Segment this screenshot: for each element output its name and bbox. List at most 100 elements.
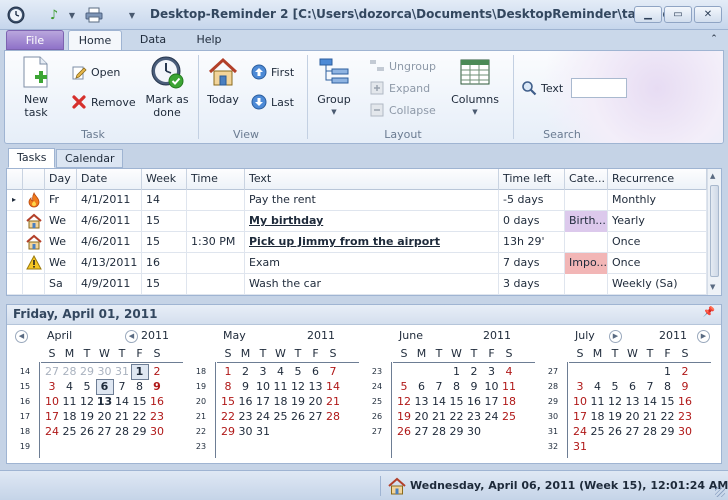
open-button[interactable]: Open — [71, 63, 120, 81]
calendar-day[interactable]: 29 — [448, 424, 466, 440]
table-row[interactable]: We 4/13/2011 16 Exam 7 days Impo... Once — [7, 253, 707, 274]
calendar-day[interactable]: 5 — [606, 379, 624, 395]
printer-icon[interactable] — [84, 5, 104, 25]
column-header-day[interactable]: Day — [45, 169, 77, 190]
calendar-day[interactable]: 20 — [413, 409, 431, 425]
dropdown-arrow-icon[interactable]: ▼ — [62, 5, 82, 25]
calendar-day[interactable]: 25 — [61, 424, 79, 440]
calendar-day[interactable]: 13 — [307, 379, 325, 395]
calendar-day[interactable]: 5 — [395, 379, 413, 395]
calendar-day[interactable]: 20 — [307, 394, 325, 410]
calendar-day[interactable]: 3 — [483, 364, 501, 380]
expand-button[interactable]: Expand — [369, 79, 430, 97]
calendar-day[interactable]: 18 — [272, 394, 290, 410]
calendar-day[interactable]: 17 — [43, 409, 61, 425]
calendar-day[interactable]: 29 — [659, 424, 677, 440]
column-header-category[interactable]: Cate... — [565, 169, 608, 190]
calendar-day[interactable]: 22 — [448, 409, 466, 425]
calendar-day[interactable]: 28 — [61, 364, 79, 380]
clock-icon[interactable] — [6, 5, 26, 25]
calendar-day[interactable]: 10 — [571, 394, 589, 410]
calendar-day[interactable]: 2 — [465, 364, 483, 380]
calendar-day[interactable]: 30 — [676, 424, 694, 440]
calendar-day[interactable]: 11 — [500, 379, 518, 395]
calendar-day[interactable]: 23 — [148, 409, 166, 425]
calendar-day[interactable]: 1 — [130, 364, 149, 380]
calendar-day[interactable]: 24 — [571, 424, 589, 440]
calendar-day[interactable]: 12 — [78, 394, 96, 410]
calendar-day[interactable]: 28 — [641, 424, 659, 440]
table-row[interactable]: We 4/6/2011 15 1:30 PM Pick up Jimmy fro… — [7, 232, 707, 253]
mark-as-done-button[interactable]: Mark as done — [145, 55, 189, 119]
calendar-day[interactable]: 26 — [606, 424, 624, 440]
calendar-day[interactable]: 3 — [571, 379, 589, 395]
calendar-day[interactable]: 24 — [254, 409, 272, 425]
calendar-day[interactable]: 14 — [641, 394, 659, 410]
calendar-day[interactable]: 14 — [113, 394, 131, 410]
calendar-day[interactable]: 28 — [113, 424, 131, 440]
calendar-day[interactable]: 31 — [113, 364, 131, 380]
calendar-day[interactable]: 23 — [465, 409, 483, 425]
calendar-day[interactable]: 29 — [219, 424, 237, 440]
column-header-time[interactable]: Time — [187, 169, 245, 190]
calendar-day[interactable]: 28 — [430, 424, 448, 440]
calendar-day[interactable]: 2 — [237, 364, 255, 380]
first-button[interactable]: First — [251, 63, 294, 81]
calendar-day[interactable]: 30 — [237, 424, 255, 440]
collapse-button[interactable]: Collapse — [369, 101, 436, 119]
calendar-day[interactable]: 10 — [483, 379, 501, 395]
calendar-day[interactable]: 27 — [624, 424, 642, 440]
maximize-button[interactable]: ▭ — [664, 6, 692, 23]
calendar-day[interactable]: 1 — [659, 364, 677, 380]
pin-icon[interactable]: 📌 — [703, 307, 715, 318]
calendar-day[interactable]: 7 — [113, 379, 131, 395]
column-header-time-left[interactable]: Time left — [499, 169, 565, 190]
calendar-day[interactable]: 4 — [61, 379, 79, 395]
calendar-day[interactable]: 25 — [272, 409, 290, 425]
calendar-day[interactable]: 8 — [131, 379, 149, 395]
calendar-day[interactable]: 5 — [289, 364, 307, 380]
calendar-day[interactable]: 6 — [95, 379, 114, 395]
calendar-day[interactable]: 10 — [254, 379, 272, 395]
customize-arrow-icon[interactable]: ▼ — [122, 5, 142, 25]
scrollbar-thumb[interactable] — [710, 185, 719, 277]
calendar-day[interactable]: 21 — [430, 409, 448, 425]
today-button[interactable]: Today — [203, 55, 243, 106]
new-task-button[interactable]: New task — [11, 55, 61, 119]
calendar-day[interactable]: 24 — [43, 424, 61, 440]
ungroup-button[interactable]: Ungroup — [369, 57, 436, 75]
calendar-day[interactable]: 6 — [413, 379, 431, 395]
calendar-day[interactable]: 21 — [324, 394, 342, 410]
calendar-day[interactable]: 15 — [131, 394, 149, 410]
calendar-day[interactable]: 27 — [96, 424, 114, 440]
calendar-day[interactable]: 12 — [289, 379, 307, 395]
calendar-day[interactable]: 13 — [96, 394, 114, 410]
calendar-day[interactable]: 26 — [78, 424, 96, 440]
calendar-day[interactable]: 26 — [395, 424, 413, 440]
calendar-day[interactable]: 25 — [500, 409, 518, 425]
calendar-day[interactable]: 15 — [219, 394, 237, 410]
calendar-day[interactable]: 20 — [624, 409, 642, 425]
calendar-day[interactable]: 27 — [43, 364, 61, 380]
calendar-day[interactable]: 16 — [676, 394, 694, 410]
calendar-day[interactable]: 4 — [500, 364, 518, 380]
last-button[interactable]: Last — [251, 93, 294, 111]
calendar-day[interactable]: 14 — [324, 379, 342, 395]
calendar-day[interactable]: 9 — [676, 379, 694, 395]
column-header-recurrence[interactable]: Recurrence — [608, 169, 707, 190]
prev-year-icon[interactable]: ◀ — [125, 330, 138, 343]
close-button[interactable]: ✕ — [694, 6, 722, 23]
remove-button[interactable]: Remove — [71, 93, 136, 111]
calendar-day[interactable]: 8 — [448, 379, 466, 395]
calendar-day[interactable]: 6 — [624, 379, 642, 395]
calendar-day[interactable]: 31 — [254, 424, 272, 440]
resize-grip[interactable] — [715, 487, 725, 497]
calendar-day[interactable]: 30 — [96, 364, 114, 380]
calendar-day[interactable]: 19 — [606, 409, 624, 425]
calendar-day[interactable]: 17 — [254, 394, 272, 410]
calendar-day[interactable]: 2 — [676, 364, 694, 380]
calendar-day[interactable]: 9 — [237, 379, 255, 395]
calendar-day[interactable]: 23 — [676, 409, 694, 425]
calendar-day[interactable]: 3 — [43, 379, 61, 395]
calendar-day[interactable]: 29 — [78, 364, 96, 380]
